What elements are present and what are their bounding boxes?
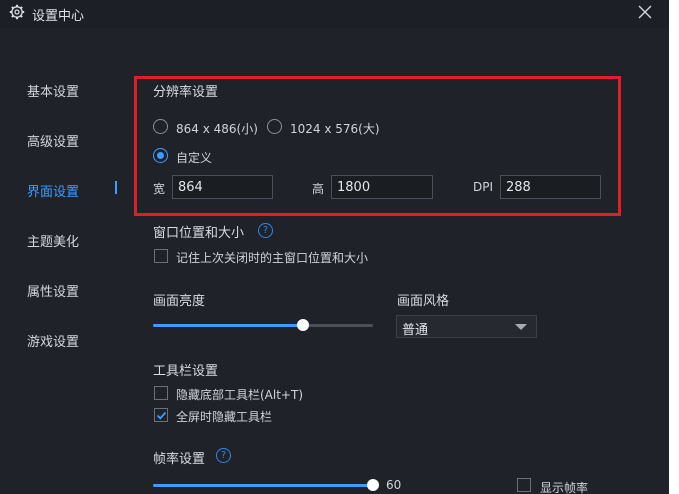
- show-fps-checkbox[interactable]: [517, 478, 531, 492]
- question-circle-icon[interactable]: ?: [258, 223, 273, 238]
- sidebar-item-theme[interactable]: 主题美化: [27, 231, 79, 250]
- framerate-slider-thumb[interactable]: [367, 479, 379, 491]
- fullscreen-hide-toolbar-checkbox[interactable]: [154, 408, 168, 422]
- framerate-slider-fill: [153, 484, 373, 487]
- framerate-slider[interactable]: [153, 479, 379, 491]
- sidebar: 基本设置 高级设置 界面设置 主题美化 属性设置 游戏设置: [0, 28, 130, 494]
- sidebar-item-interface[interactable]: 界面设置: [27, 181, 79, 200]
- title-bar: 设置中心: [0, 0, 669, 28]
- brightness-title: 画面亮度: [153, 294, 206, 309]
- window-edge: [669, 0, 679, 494]
- brightness-slider-thumb[interactable]: [297, 319, 309, 331]
- highlight-box: [134, 76, 621, 216]
- settings-window: 设置中心 基本设置 高级设置 界面设置 主题美化 属性设置 游戏设置 分辨率设置…: [0, 0, 669, 494]
- brightness-slider-fill: [153, 324, 303, 327]
- window-pos-title: 窗口位置和大小: [153, 226, 245, 241]
- style-select-value: 普通: [402, 323, 429, 338]
- style-title: 画面风格: [397, 294, 450, 309]
- remember-position-checkbox[interactable]: [154, 249, 168, 263]
- sidebar-item-basic[interactable]: 基本设置: [27, 81, 79, 100]
- active-indicator: [115, 181, 117, 194]
- chevron-down-icon: [515, 324, 527, 330]
- framerate-title: 帧率设置: [153, 452, 206, 467]
- style-select[interactable]: 普通: [396, 315, 537, 338]
- question-circle-icon[interactable]: ?: [216, 448, 231, 463]
- fullscreen-hide-toolbar-label: 全屏时隐藏工具栏: [176, 410, 273, 424]
- remember-position-label: 记住上次关闭时的主窗口位置和大小: [176, 251, 369, 265]
- checkmark-icon: [156, 411, 167, 420]
- sidebar-item-game[interactable]: 游戏设置: [27, 331, 79, 350]
- hide-bottom-toolbar-checkbox[interactable]: [154, 386, 168, 400]
- sidebar-item-properties[interactable]: 属性设置: [27, 281, 79, 300]
- close-icon[interactable]: [634, 1, 656, 23]
- show-fps-label: 显示帧率: [540, 481, 589, 494]
- toolbar-title: 工具栏设置: [153, 364, 219, 379]
- gear-icon: [9, 4, 25, 20]
- hide-bottom-toolbar-label: 隐藏底部工具栏(Alt+T): [176, 388, 303, 402]
- sidebar-item-advanced[interactable]: 高级设置: [27, 131, 79, 150]
- brightness-slider[interactable]: [153, 319, 373, 331]
- framerate-value: 60: [386, 478, 402, 492]
- window-title: 设置中心: [32, 9, 85, 24]
